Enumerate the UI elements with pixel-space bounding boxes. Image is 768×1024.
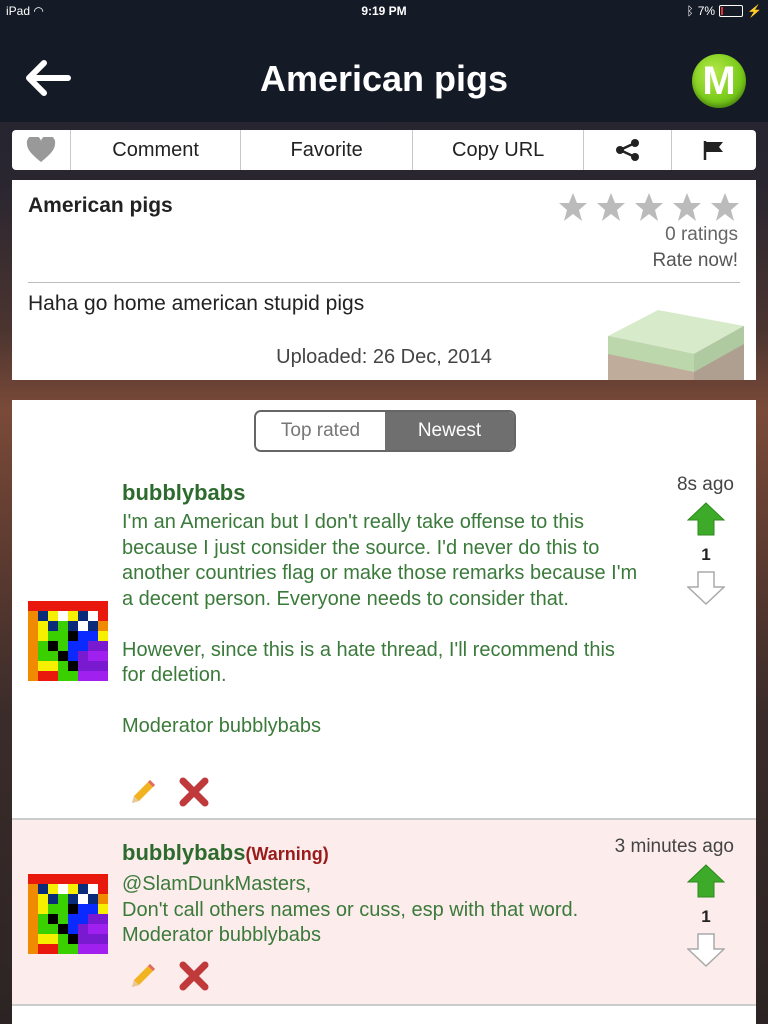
- flag-icon: [703, 141, 724, 160]
- comment-username-row: bubblybabs(Warning): [122, 840, 329, 866]
- downvote-icon[interactable]: [686, 933, 726, 968]
- comment-item-warning: bubblybabs(Warning) 3 minutes ago 1 @Sla…: [12, 820, 756, 1004]
- comment-item: bubblybabs 8s ago 1 I'm an American but …: [12, 470, 756, 818]
- divider: [28, 282, 740, 283]
- top-rated-tab[interactable]: Top rated: [256, 412, 385, 450]
- upvote-icon[interactable]: [686, 864, 726, 898]
- status-right: ᛒ 7% ⚡: [687, 4, 763, 18]
- avatar: [28, 874, 108, 954]
- edit-pencil-icon[interactable]: [128, 777, 158, 807]
- edit-pencil-icon[interactable]: [128, 961, 158, 991]
- post-info-card: American pigs 0 ratings Rate now! Haha g…: [12, 180, 756, 380]
- heart-icon: [26, 137, 56, 162]
- charging-icon: ⚡: [747, 4, 762, 18]
- comment-time: 8s ago: [676, 474, 734, 495]
- copy-url-button[interactable]: Copy URL: [413, 130, 585, 170]
- like-button[interactable]: [12, 130, 71, 170]
- comment-button[interactable]: Comment: [71, 130, 242, 170]
- comment-time: 3 minutes ago: [614, 836, 734, 857]
- comment-separator: [12, 1004, 756, 1006]
- star-icon[interactable]: [672, 192, 702, 222]
- vote-control: 1: [686, 864, 726, 972]
- app-logo[interactable]: M: [692, 54, 746, 108]
- status-time: 9:19 PM: [361, 4, 407, 18]
- bluetooth-icon: ᛒ: [686, 4, 694, 18]
- warning-label: (Warning): [245, 844, 329, 864]
- comment-actions: [128, 960, 210, 992]
- star-rating[interactable]: [558, 192, 740, 222]
- ratings-count: 0 ratings: [665, 224, 738, 245]
- avatar: [28, 601, 108, 681]
- star-icon[interactable]: [634, 192, 664, 222]
- favorite-button[interactable]: Favorite: [241, 130, 413, 170]
- delete-icon[interactable]: [178, 776, 210, 808]
- comment-body: @SlamDunkMasters, Don't call others name…: [122, 873, 579, 946]
- vote-count: 1: [701, 907, 711, 926]
- newest-tab[interactable]: Newest: [385, 412, 514, 450]
- share-icon: [615, 139, 639, 161]
- page-title: American pigs: [259, 58, 509, 99]
- battery-percent: 7%: [697, 4, 716, 18]
- comment-body: I'm an American but I don't really take …: [122, 511, 638, 737]
- battery-icon: [719, 5, 744, 17]
- status-bar: iPad ◠ 9:19 PM ᛒ 7% ⚡: [0, 0, 768, 22]
- logo-letter: M: [702, 58, 736, 103]
- post-title: American pigs: [28, 194, 173, 217]
- vote-control: 1: [686, 502, 726, 610]
- star-icon[interactable]: [596, 192, 626, 222]
- star-icon[interactable]: [558, 192, 588, 222]
- action-toolbar: Comment Favorite Copy URL: [12, 130, 756, 170]
- post-description: Haha go home american stupid pigs: [28, 292, 365, 315]
- upload-date: Uploaded: 26 Dec, 2014: [276, 346, 492, 368]
- downvote-icon[interactable]: [686, 571, 726, 606]
- report-button[interactable]: [672, 130, 756, 170]
- delete-icon[interactable]: [178, 960, 210, 992]
- vote-count: 1: [701, 545, 711, 564]
- upvote-icon[interactable]: [686, 502, 726, 536]
- rate-now-link[interactable]: Rate now!: [652, 250, 738, 272]
- nav-bar: American pigs M: [0, 22, 768, 122]
- comment-username[interactable]: bubblybabs: [122, 480, 245, 506]
- comment-username[interactable]: bubblybabs: [122, 840, 245, 865]
- share-button[interactable]: [584, 130, 673, 170]
- comments-card: Top rated Newest bubblybabs 8s ago 1 I'm…: [12, 400, 756, 1024]
- comment-actions: [128, 776, 210, 808]
- star-icon[interactable]: [710, 192, 740, 222]
- sort-segmented-control: Top rated Newest: [254, 410, 516, 452]
